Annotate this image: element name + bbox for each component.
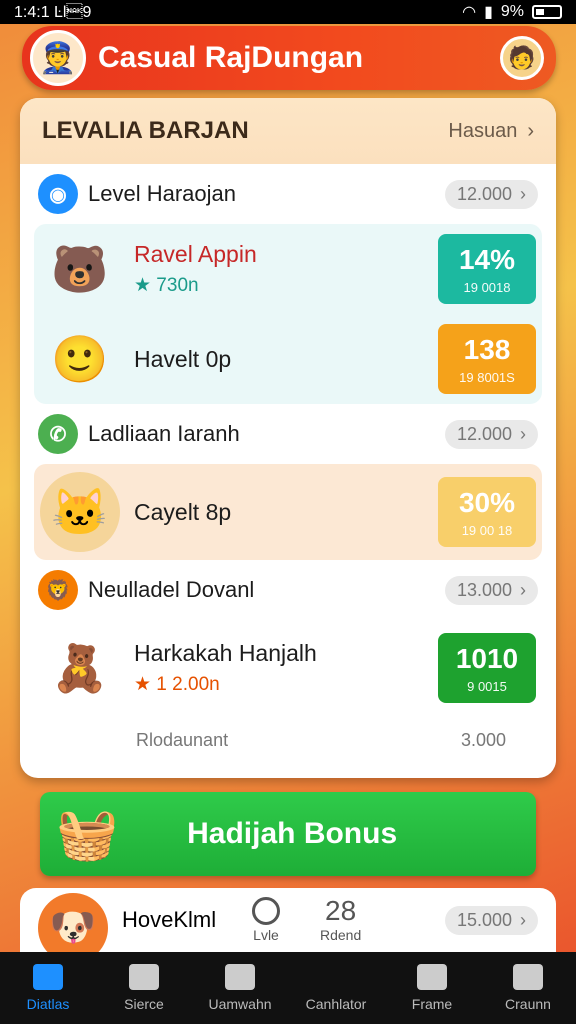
bag-icon <box>225 964 255 990</box>
compass-icon: ◉ <box>38 174 78 214</box>
nav-item-diatlas[interactable]: Diatlas <box>3 964 93 1012</box>
phone-icon: ✆ <box>38 414 78 454</box>
section-title: Level Haraojan <box>88 181 236 206</box>
profile-avatar[interactable]: 🧑 <box>500 36 544 80</box>
item-sub: ★ 730n <box>134 275 199 296</box>
status-time: 1:4:1 Ŀl9 <box>14 3 92 21</box>
item-name: Havelt 0p <box>134 345 232 372</box>
bear-icon: 🧸 <box>51 641 109 694</box>
app-header: 👮 Casual RajDungan 🧑 <box>22 26 556 90</box>
section-pill[interactable]: 12.000 › <box>444 179 538 209</box>
cat-icon: 🐱 <box>40 472 120 552</box>
chevron-right-icon: › <box>520 909 526 930</box>
score-badge: 1010 9 0015 <box>438 633 536 703</box>
item-name: Ravel Appin <box>134 241 257 267</box>
chevron-right-icon: › <box>520 183 526 204</box>
basket-icon: 🧺 <box>56 805 119 862</box>
chevron-right-icon: › <box>520 423 526 444</box>
panel-title: LEVALIA BARJAN <box>42 117 249 144</box>
section-header: ◉ Level Haraojan 12.000 › <box>20 164 556 224</box>
item-name: Cayelt 8p <box>134 498 232 525</box>
footer-value: 3.000 <box>460 729 506 750</box>
hero-icon: 🙂 <box>51 332 109 385</box>
nav-item-uamwahn[interactable]: Uamwahn <box>195 964 285 1012</box>
list-item[interactable]: 🙂 Havelt 0p 138 19 8001S <box>34 314 542 404</box>
bottom-card-name: HoveKlml <box>122 907 217 932</box>
nav-item-canhlator[interactable]: Canhlator <box>291 964 381 1012</box>
bonus-button[interactable]: 🧺 Hadijah Bonus <box>40 792 536 876</box>
section-header: ✆ Ladliaan Iaranh 12.000 › <box>20 404 556 464</box>
battery-percent: 9% <box>500 3 524 20</box>
stat-caption: Rdend <box>320 927 362 943</box>
section-title: Neulladel Dovanl <box>88 577 255 602</box>
bottom-card-pill[interactable]: 15.000 › <box>444 905 538 935</box>
level-panel: LEVALIA BARJAN Hasuan › ◉ Level Haraojan… <box>20 98 556 778</box>
chat-icon <box>129 964 159 990</box>
score-badge: 30% 19 00 18 <box>438 477 536 547</box>
bottom-nav: Diatlas Sierce Uamwahn Canhlator Frame C… <box>0 952 576 1024</box>
item-name: Harkakah Hanjalh <box>134 640 317 666</box>
section-title: Ladliaan Iaranh <box>88 421 240 446</box>
panel-footer: Rlodaunant 3.000 <box>20 716 556 764</box>
score-badge: 138 19 8001S <box>438 324 536 394</box>
chevron-right-icon: › <box>527 119 534 142</box>
wifi-icon: ◠ <box>462 4 477 21</box>
status-bar: 1:4:1 Ŀl9 ◠ ▮ 9% <box>0 0 576 24</box>
mail-icon <box>417 964 447 990</box>
bonus-label: Hadijah Bonus <box>187 817 398 850</box>
section-header: 🦁 Neulladel Dovanl 13.000 › <box>20 560 556 620</box>
footer-label: Rlodaunant <box>136 729 229 750</box>
section-pill[interactable]: 12.000 › <box>444 419 538 449</box>
list-item[interactable]: 🧸 Harkakah Hanjalh ★ 1 2.00n 1010 9 0015 <box>34 620 542 716</box>
list-item[interactable]: 🐱 Cayelt 8p 30% 19 00 18 <box>34 464 542 560</box>
chevron-right-icon: › <box>520 579 526 600</box>
lion-icon: 🦁 <box>38 570 78 610</box>
battery-icon <box>532 5 562 19</box>
bear-icon: 🐻 <box>51 242 109 295</box>
user-icon <box>513 964 543 990</box>
home-icon <box>33 964 63 990</box>
ring-icon <box>252 897 280 925</box>
nav-item-craunn[interactable]: Craunn <box>483 964 573 1012</box>
avatar[interactable]: 👮 <box>30 30 86 86</box>
more-link[interactable]: Hasuan › <box>448 120 534 143</box>
nav-item-frame[interactable]: Frame <box>387 964 477 1012</box>
list-item[interactable]: 🐻 Ravel Appin ★ 730n 14% 19 0018 <box>34 224 542 314</box>
stat-number: 28 <box>325 895 357 926</box>
blank-icon <box>321 964 351 990</box>
item-sub: ★ 1 2.00n <box>134 674 220 695</box>
signal-icon: ▮ <box>484 4 493 21</box>
stat-caption: Lvle <box>253 927 279 943</box>
app-title: Casual RajDungan <box>98 41 364 74</box>
section-pill[interactable]: 13.000 › <box>444 575 538 605</box>
score-badge: 14% 19 0018 <box>438 234 536 304</box>
nav-item-sierce[interactable]: Sierce <box>99 964 189 1012</box>
bottom-card[interactable]: 🐶 HoveKlml Lvle 28 Rdend 15.000 › <box>20 888 556 963</box>
